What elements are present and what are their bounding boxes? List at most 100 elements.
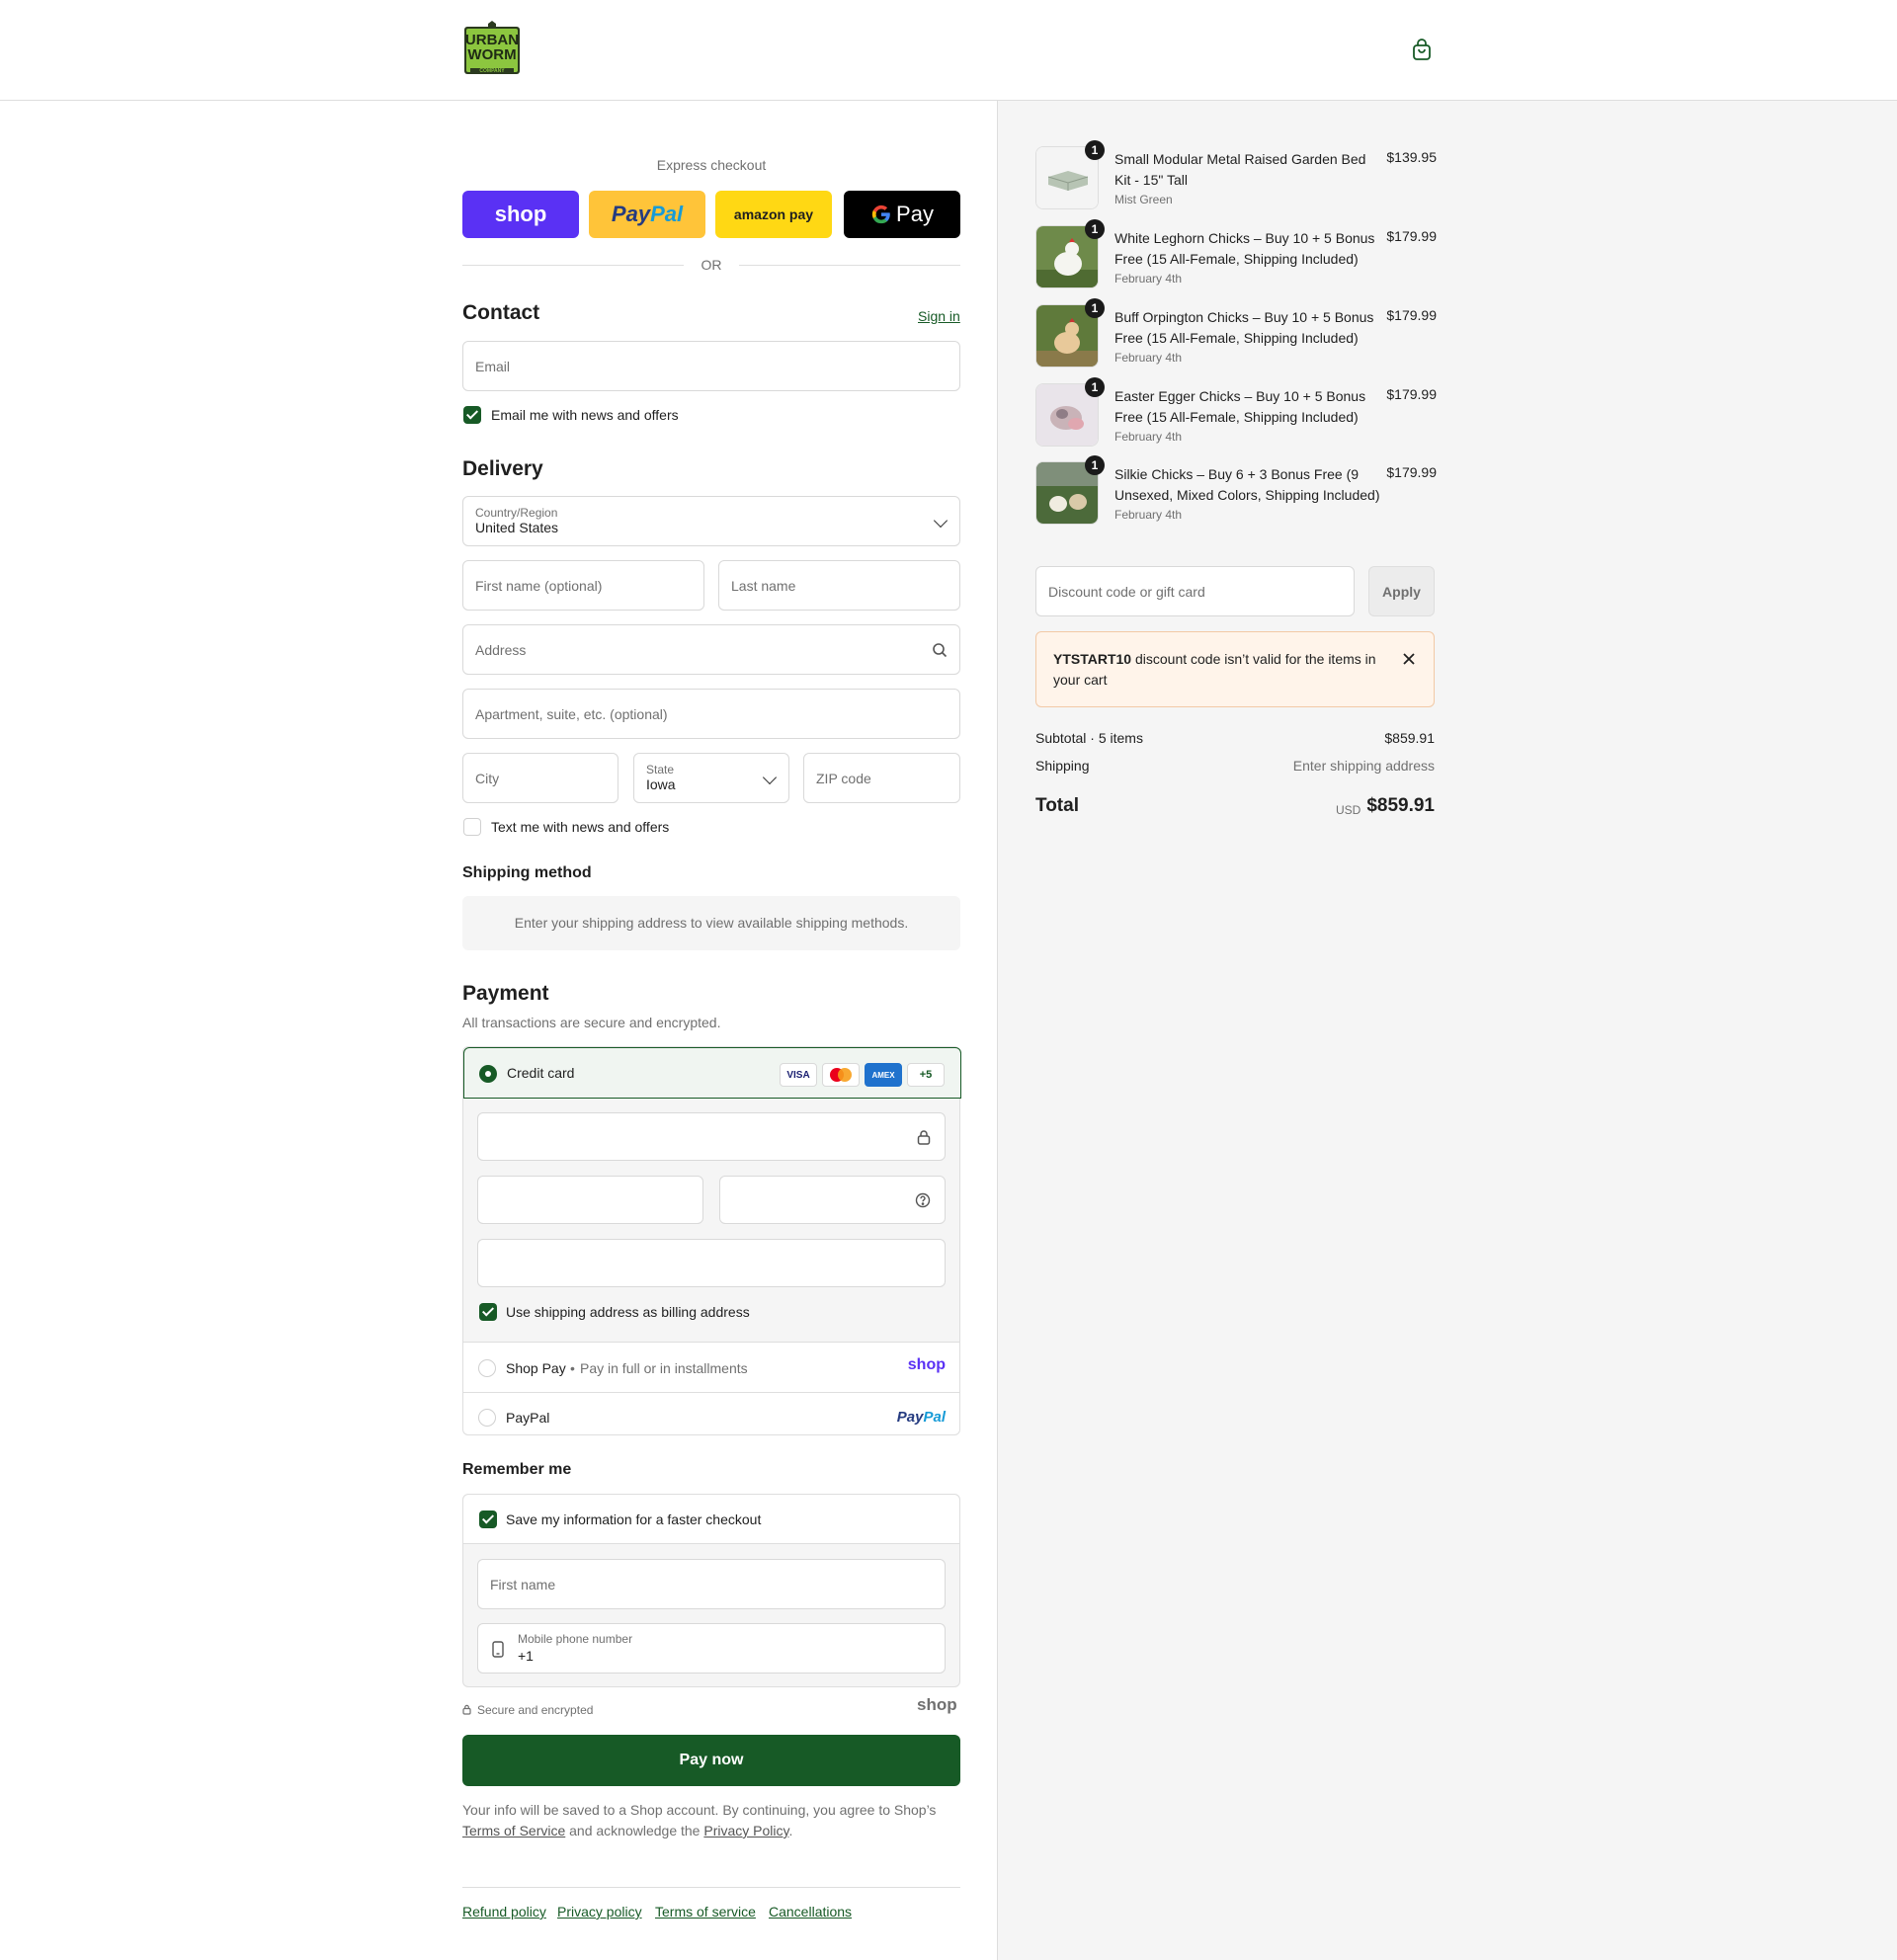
- or-divider-left: [462, 265, 684, 266]
- search-icon: [933, 643, 948, 658]
- billing-same-label: Use shipping address as billing address: [506, 1304, 750, 1320]
- help-circle-icon[interactable]: [915, 1192, 931, 1208]
- email-field[interactable]: Email: [462, 341, 960, 391]
- cancellations-link[interactable]: Cancellations: [769, 1904, 852, 1919]
- terms-of-service-link[interactable]: Terms of service: [655, 1904, 756, 1919]
- refund-policy-link[interactable]: Refund policy: [462, 1904, 546, 1919]
- legal-text-part1: Your info will be saved to a Shop accoun…: [462, 1802, 937, 1818]
- payment-heading: Payment: [462, 982, 549, 1005]
- product-price: $179.99: [1386, 228, 1437, 244]
- cart-item: 1 Silkie Chicks – Buy 6 + 3 Bonus Free (…: [1035, 455, 1437, 544]
- logo-text-urban: URBAN: [464, 32, 520, 48]
- apartment-placeholder: Apartment, suite, etc. (optional): [475, 705, 668, 722]
- country-region-select[interactable]: Country/Region United States: [462, 496, 960, 546]
- chevron-down-icon: [762, 770, 778, 784]
- remember-first-name-placeholder: First name: [490, 1576, 556, 1592]
- shop-pay-separator: •: [570, 1360, 575, 1376]
- text-news-label: Text me with news and offers: [491, 819, 670, 835]
- quantity-badge: 1: [1085, 219, 1105, 239]
- more-cards-badge: +5: [907, 1063, 945, 1087]
- logo-text-worm: WORM: [467, 46, 517, 63]
- paypal-express-button[interactable]: PayPal: [589, 191, 705, 238]
- email-placeholder: Email: [475, 358, 511, 374]
- header: URBAN WORM COMPANY: [0, 0, 1897, 101]
- product-title: Easter Egger Chicks – Buy 10 + 5 Bonus F…: [1114, 388, 1366, 425]
- subtotal-value: $859.91: [1384, 730, 1435, 746]
- first-name-placeholder: First name (optional): [475, 577, 603, 594]
- last-name-placeholder: Last name: [731, 577, 796, 594]
- zip-placeholder: ZIP code: [816, 770, 871, 786]
- pay-now-button[interactable]: Pay now: [462, 1735, 960, 1786]
- lock-icon: [462, 1704, 471, 1715]
- billing-same-checkbox[interactable]: [479, 1303, 497, 1321]
- total-value: $859.91: [1366, 795, 1435, 816]
- zip-code-field[interactable]: ZIP code: [803, 753, 960, 803]
- contact-heading: Contact: [462, 301, 540, 324]
- text-news-checkbox[interactable]: [463, 818, 481, 836]
- payment-methods-box: Credit card VISA AMEX +5 Use shipping ad…: [462, 1046, 961, 1435]
- privacy-policy-link[interactable]: Privacy policy: [557, 1904, 642, 1919]
- product-title: Small Modular Metal Raised Garden Bed Ki…: [1114, 151, 1366, 188]
- visa-icon: VISA: [780, 1063, 817, 1087]
- card-number-field[interactable]: [477, 1112, 946, 1161]
- discount-error-banner: YTSTART10 discount code isn’t valid for …: [1035, 631, 1435, 707]
- apartment-field[interactable]: Apartment, suite, etc. (optional): [462, 689, 960, 739]
- address-placeholder: Address: [475, 641, 527, 658]
- shipping-method-heading: Shipping method: [462, 864, 592, 881]
- paypal-logo-pal: Pal: [650, 202, 684, 226]
- product-name: Small Modular Metal Raised Garden Bed Ki…: [1114, 149, 1381, 208]
- expiration-date-field[interactable]: [477, 1176, 703, 1224]
- amazon-pay-express-button[interactable]: amazon pay: [715, 191, 832, 238]
- cart-item: 1 Buff Orpington Chicks – Buy 10 + 5 Bon…: [1035, 298, 1437, 368]
- delivery-heading: Delivery: [462, 457, 543, 480]
- sign-in-link[interactable]: Sign in: [918, 308, 960, 324]
- close-icon[interactable]: [1402, 652, 1416, 666]
- address-field[interactable]: Address: [462, 624, 960, 675]
- shop-pay-radio[interactable]: [478, 1359, 496, 1377]
- google-pay-express-button[interactable]: Pay: [844, 191, 960, 238]
- apply-discount-button[interactable]: Apply: [1368, 566, 1435, 616]
- shop-terms-link[interactable]: Terms of Service: [462, 1823, 565, 1838]
- credit-card-label: Credit card: [507, 1065, 575, 1081]
- save-info-checkbox[interactable]: [479, 1511, 497, 1528]
- state-select[interactable]: State Iowa: [633, 753, 789, 803]
- secure-encrypted-text: Secure and encrypted: [477, 1703, 594, 1717]
- mobile-phone-field[interactable]: Mobile phone number +1: [477, 1623, 946, 1674]
- email-news-label: Email me with news and offers: [491, 407, 679, 423]
- currency-code: USD: [1336, 803, 1361, 817]
- paypal-logo: PayPal: [897, 1409, 946, 1426]
- shop-privacy-link[interactable]: Privacy Policy: [703, 1823, 788, 1838]
- state-value: Iowa: [646, 776, 676, 792]
- last-name-field[interactable]: Last name: [718, 560, 960, 611]
- remember-first-name-field[interactable]: First name: [477, 1559, 946, 1609]
- subtotal-label: Subtotal · 5 items: [1035, 730, 1143, 746]
- product-price: $179.99: [1386, 307, 1437, 323]
- first-name-field[interactable]: First name (optional): [462, 560, 704, 611]
- pay-now-label: Pay now: [679, 1752, 744, 1768]
- credit-card-option[interactable]: Credit card VISA AMEX +5: [463, 1047, 961, 1099]
- product-price: $179.99: [1386, 464, 1437, 480]
- paypal-radio[interactable]: [478, 1409, 496, 1427]
- quantity-badge: 1: [1085, 377, 1105, 397]
- security-code-field[interactable]: [719, 1176, 946, 1224]
- mobile-phone-value: +1: [518, 1648, 534, 1664]
- google-g-icon: [871, 204, 890, 224]
- urban-worm-logo[interactable]: URBAN WORM COMPANY: [462, 21, 522, 80]
- logo-text-company: COMPANY: [479, 68, 505, 74]
- save-info-row[interactable]: Save my information for a faster checkou…: [463, 1495, 959, 1544]
- email-news-checkbox[interactable]: [463, 406, 481, 424]
- apply-label: Apply: [1382, 583, 1421, 600]
- name-on-card-field[interactable]: [477, 1239, 946, 1287]
- shop-pay-option[interactable]: Shop Pay • Pay in full or in installment…: [463, 1344, 959, 1393]
- discount-code-field[interactable]: Discount code or gift card: [1035, 566, 1355, 616]
- shop-pay-sublabel: Pay in full or in installments: [580, 1360, 748, 1376]
- cart-bag-icon[interactable]: [1410, 39, 1434, 62]
- credit-card-radio[interactable]: [479, 1065, 497, 1083]
- remember-me-heading: Remember me: [462, 1461, 572, 1478]
- paypal-option[interactable]: PayPal PayPal: [463, 1394, 959, 1434]
- product-name: White Leghorn Chicks – Buy 10 + 5 Bonus …: [1114, 228, 1381, 287]
- shop-pay-express-button[interactable]: shop: [462, 191, 579, 238]
- city-field[interactable]: City: [462, 753, 619, 803]
- mobile-phone-icon: [492, 1641, 504, 1658]
- product-title: Silkie Chicks – Buy 6 + 3 Bonus Free (9 …: [1114, 466, 1380, 503]
